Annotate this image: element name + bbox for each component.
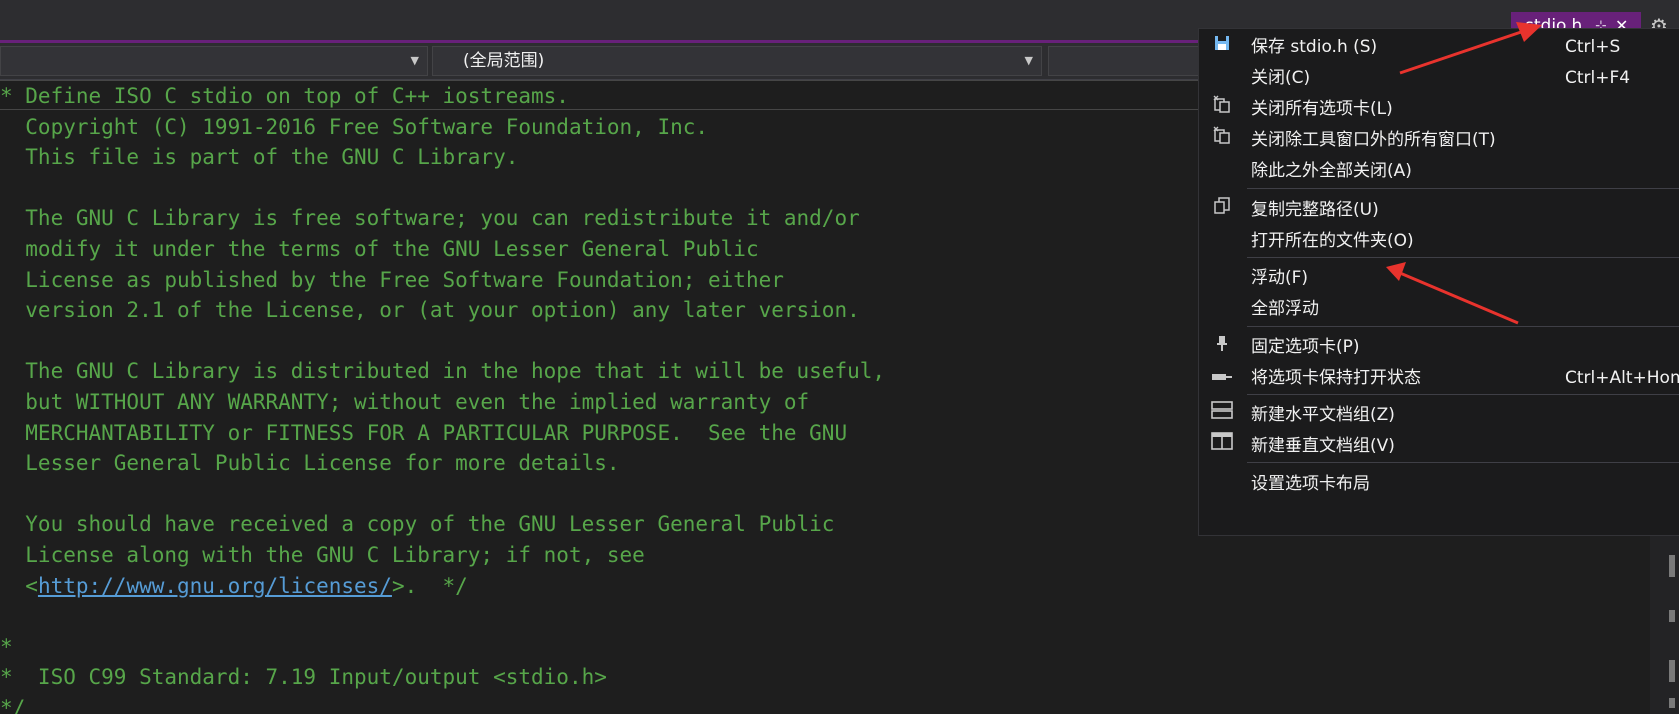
code-line: * [0,634,13,659]
menu-item[interactable]: 保存 stdio.h (S) Ctrl+S [1199,32,1679,62]
scope-dropdown[interactable]: (全局范围) ▼ [432,46,1042,76]
menu-item[interactable]: 关闭所有选项卡(L) [1199,94,1679,124]
menu-item-shortcut: Ctrl+F4 [1565,68,1631,88]
code-line: modify it under the terms of the GNU Les… [0,237,759,261]
code-line: * ISO C99 Standard: 7.19 Input/output <s… [0,665,607,690]
menu-item[interactable]: 全部浮动 [1199,294,1679,324]
menu-item-label: 新建水平文档组(Z) [1251,405,1395,425]
code-line: version 2.1 of the License, or (at your … [0,298,860,323]
scope-dropdown-value: (全局范围) [463,51,545,71]
pin-icon [1209,332,1235,362]
horizontal-group-icon [1209,400,1235,430]
menu-item[interactable]: 新建垂直文档组(V) [1199,431,1679,461]
license-link[interactable]: http://www.gnu.org/licenses/ [38,574,392,598]
menu-item-label: 保存 stdio.h (S) [1251,37,1378,57]
vertical-group-icon [1209,431,1235,461]
menu-item-shortcut: Ctrl+S [1565,37,1621,57]
code-line: <http://www.gnu.org/licenses/>. */ [0,571,468,601]
menu-item-label: 复制完整路径(U) [1251,200,1379,220]
menu-item[interactable]: 将选项卡保持打开状态 Ctrl+Alt+Home [1199,363,1679,393]
menu-item-label: 打开所在的文件夹(O) [1251,231,1414,251]
menu-separator [1247,326,1679,327]
code-text: < [0,573,38,598]
menu-item-label: 新建垂直文档组(V) [1251,436,1395,456]
menu-item-label: 设置选项卡布局 [1251,474,1370,494]
menu-item[interactable]: 除此之外全部关闭(A) [1199,156,1679,186]
code-line: MERCHANTABILITY or FITNESS FOR A PARTICU… [0,420,848,445]
code-text: >. */ [391,573,468,598]
menu-item-label: 全部浮动 [1251,299,1319,319]
menu-item-label: 浮动(F) [1251,268,1309,288]
menu-item[interactable]: 复制完整路径(U) [1199,195,1679,225]
code-line: but WITHOUT ANY WARRANTY; without even t… [0,390,810,414]
save-icon [1209,32,1235,62]
code-line: The GNU C Library is free software; you … [0,206,860,231]
scrollbar-marker [1669,610,1675,622]
menu-item-label: 除此之外全部关闭(A) [1251,161,1412,181]
menu-separator [1247,394,1679,395]
code-line: License as published by the Free Softwar… [0,267,784,292]
close-tabs-icon [1209,125,1235,155]
menu-item[interactable]: 关闭(C) Ctrl+F4 [1199,63,1679,93]
menu-item[interactable]: 设置选项卡布局 [1199,469,1679,499]
scrollbar-marker [1669,660,1675,682]
menu-item-label: 关闭除工具窗口外的所有窗口(T) [1251,130,1496,150]
code-line: This file is part of the GNU C Library. [0,145,519,170]
menu-item[interactable]: 关闭除工具窗口外的所有窗口(T) [1199,125,1679,155]
code-line: The GNU C Library is distributed in the … [0,359,886,384]
menu-item-label: 关闭(C) [1251,68,1311,88]
chevron-down-icon: ▼ [1024,54,1033,67]
code-line: */ [0,696,26,714]
tab-context-menu: 保存 stdio.h (S) Ctrl+S 关闭(C) Ctrl+F4 关闭所有选项卡(… [1198,28,1679,536]
scrollbar-marker [1669,555,1675,577]
menu-item-label: 固定选项卡(P) [1251,337,1360,357]
menu-item[interactable]: 新建水平文档组(Z) [1199,400,1679,430]
menu-item[interactable]: 浮动(F) [1199,263,1679,293]
code-line: License along with the GNU C Library; if… [0,543,645,567]
menu-item-label: 将选项卡保持打开状态 [1251,368,1421,388]
keep-open-icon [1209,363,1235,393]
copy-icon [1209,195,1235,225]
menu-item[interactable]: 打开所在的文件夹(O) [1199,226,1679,256]
menu-item-shortcut: Ctrl+Alt+Home [1565,368,1679,388]
menu-separator [1247,188,1679,189]
code-line: Lesser General Public License for more d… [0,451,620,476]
code-line: You should have received a copy of the G… [0,512,835,537]
scrollbar-marker [1669,698,1675,708]
menu-separator [1247,462,1679,463]
menu-item[interactable]: 固定选项卡(P) [1199,332,1679,362]
code-line: * Define ISO C stdio on top of C++ iostr… [0,84,569,108]
menu-separator [1247,257,1679,258]
close-tabs-icon [1209,94,1235,124]
menu-item-label: 关闭所有选项卡(L) [1251,99,1393,119]
project-dropdown[interactable]: ▼ [0,46,428,76]
code-line: Copyright (C) 1991-2016 Free Software Fo… [0,114,709,139]
chevron-down-icon: ▼ [410,54,419,67]
